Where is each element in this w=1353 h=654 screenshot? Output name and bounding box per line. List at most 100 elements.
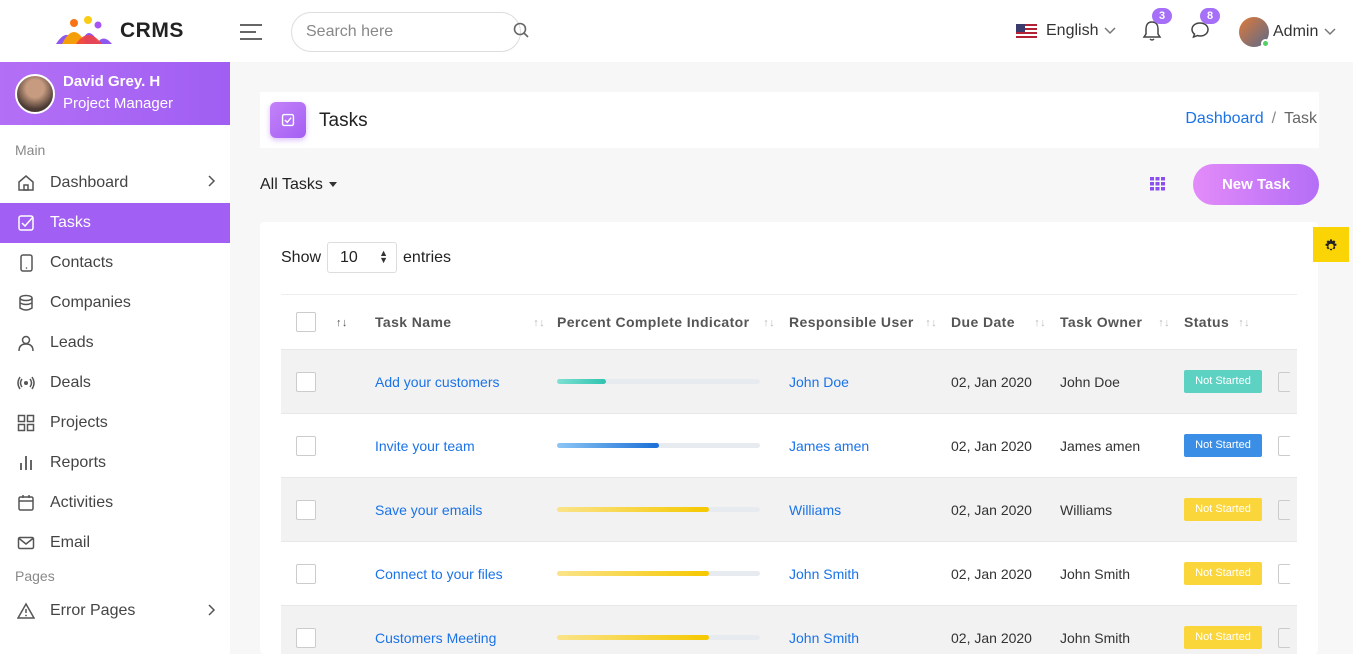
messages-button[interactable]: 8 — [1190, 8, 1220, 44]
table-row[interactable]: Invite your team James amen 02, Jan 2020 Ja… — [281, 413, 1297, 478]
sidebar-item-error-pages[interactable]: Error Pages — [0, 589, 230, 633]
sidebar-item-label: Deals — [50, 374, 91, 391]
task-owner-cell: John Smith — [1060, 605, 1184, 654]
column-header[interactable]: Responsible User ↑↓ — [789, 294, 951, 350]
table-row[interactable]: Add your customers John Doe 02, Jan 2020 Jo… — [281, 349, 1297, 414]
column-header[interactable]: Task Owner ↑↓ — [1060, 294, 1184, 350]
actions-cell — [1278, 349, 1297, 414]
column-header[interactable]: Task Name ↑↓ — [375, 294, 557, 350]
sidebar-item-dashboard[interactable]: Dashboard — [0, 163, 230, 203]
grid-icon — [16, 413, 36, 433]
sidebar-item-deals[interactable]: Deals — [0, 363, 230, 403]
row-select-cell — [281, 541, 375, 606]
sidebar-item-tasks[interactable]: Tasks — [0, 203, 230, 243]
responsible-user-link[interactable]: John Doe — [789, 374, 849, 390]
sort-icon: ↑↓ — [925, 317, 937, 329]
avatar — [1239, 17, 1270, 48]
menu-toggle-button[interactable] — [240, 24, 262, 40]
broadcast-icon — [16, 373, 36, 393]
notifications-button[interactable]: 3 — [1142, 8, 1172, 44]
grid-view-icon[interactable] — [1150, 177, 1165, 191]
responsible-user-link[interactable]: Williams — [789, 502, 841, 518]
status-badge[interactable]: Not Started — [1184, 498, 1262, 521]
status-cell: Not Started — [1184, 605, 1278, 654]
task-name-link[interactable]: Invite your team — [375, 438, 475, 454]
row-checkbox[interactable] — [296, 371, 316, 392]
row-select-cell — [281, 605, 375, 654]
status-badge[interactable]: Not Started — [1184, 562, 1262, 585]
database-icon — [16, 293, 36, 313]
responsible-user-link[interactable]: James amen — [789, 438, 869, 454]
menu-section-main: Main — [15, 142, 46, 158]
sort-icon[interactable]: ↑↓ — [336, 317, 348, 329]
logo[interactable]: CRMS — [52, 14, 184, 48]
top-header: CRMS English 3 8 Admin — [0, 0, 1353, 62]
responsible-user-link[interactable]: John Smith — [789, 630, 859, 646]
table-row[interactable]: Connect to your files John Smith 02, Jan 2… — [281, 541, 1297, 606]
status-badge[interactable]: Not Started — [1184, 626, 1262, 650]
sidebar-item-label: Tasks — [50, 214, 91, 231]
row-checkbox[interactable] — [296, 627, 316, 648]
breadcrumb-current: Task — [1284, 110, 1317, 127]
column-header[interactable]: Status ↑↓ — [1184, 294, 1278, 350]
profile-avatar — [15, 73, 55, 114]
task-filter-dropdown[interactable]: All Tasks — [260, 176, 337, 194]
row-checkbox[interactable] — [296, 435, 316, 456]
search-icon[interactable] — [513, 22, 529, 43]
sidebar-item-contacts[interactable]: Contacts — [0, 243, 230, 283]
breadcrumb-dashboard-link[interactable]: Dashboard — [1185, 110, 1263, 127]
table-row[interactable]: Save your emails Williams 02, Jan 2020 Will… — [281, 477, 1297, 542]
select-all-checkbox[interactable] — [296, 312, 316, 332]
user-menu[interactable]: Admin — [1239, 17, 1336, 48]
sidebar-item-leads[interactable]: Leads — [0, 323, 230, 363]
progress-bar-fill — [557, 379, 606, 384]
task-name-cell: Customers Meeting — [375, 605, 557, 654]
progress-cell — [557, 605, 789, 654]
search-input[interactable] — [306, 23, 513, 41]
sidebar-item-label: Dashboard — [50, 174, 129, 191]
status-cell: Not Started — [1184, 477, 1278, 542]
progress-bar — [557, 443, 760, 448]
progress-bar — [557, 635, 760, 641]
column-header[interactable]: Percent Complete Indicator ↑↓ — [557, 294, 789, 350]
task-name-link[interactable]: Customers Meeting — [375, 630, 496, 646]
responsible-cell: John Doe — [789, 349, 951, 414]
language-selector[interactable]: English — [1016, 22, 1117, 40]
row-action-button[interactable] — [1278, 371, 1290, 392]
entries-select[interactable]: 10 ▲ ▼ — [327, 242, 398, 273]
task-filter-label: All Tasks — [260, 176, 323, 193]
row-checkbox[interactable] — [296, 499, 316, 520]
alert-triangle-icon — [16, 601, 36, 621]
sidebar-item-reports[interactable]: Reports — [0, 443, 230, 483]
row-checkbox[interactable] — [296, 563, 316, 584]
row-action-button[interactable] — [1278, 627, 1290, 648]
responsible-cell: John Smith — [789, 605, 951, 654]
responsible-user-link[interactable]: John Smith — [789, 566, 859, 582]
row-action-button[interactable] — [1278, 435, 1290, 456]
row-action-button[interactable] — [1278, 563, 1290, 584]
entries-label: entries — [403, 248, 452, 266]
status-badge[interactable]: Not Started — [1184, 434, 1262, 457]
column-header[interactable]: Due Date ↑↓ — [951, 294, 1060, 350]
profile-card[interactable]: David Grey. H Project Manager — [0, 62, 230, 125]
sort-icon: ↑↓ — [763, 317, 775, 329]
task-name-link[interactable]: Add your customers — [375, 374, 500, 390]
due-date-cell: 02, Jan 2020 — [951, 349, 1060, 414]
status-badge[interactable]: Not Started — [1184, 370, 1262, 393]
row-action-button[interactable] — [1278, 499, 1290, 520]
sidebar-item-projects[interactable]: Projects — [0, 403, 230, 443]
sidebar-item-email[interactable]: Email — [0, 523, 230, 563]
logo-text: CRMS — [120, 19, 184, 42]
new-task-button[interactable]: New Task — [1193, 164, 1319, 205]
messages-badge: 8 — [1200, 8, 1220, 24]
home-icon — [16, 173, 36, 193]
settings-toggle[interactable] — [1313, 227, 1349, 262]
due-date-cell: 02, Jan 2020 — [951, 477, 1060, 542]
task-name-link[interactable]: Connect to your files — [375, 566, 503, 582]
table-row[interactable]: Customers Meeting John Smith 02, Jan 2020 J… — [281, 605, 1297, 654]
task-name-link[interactable]: Save your emails — [375, 502, 482, 518]
sidebar-item-label: Activities — [50, 494, 114, 511]
sidebar-item-activities[interactable]: Activities — [0, 483, 230, 523]
status-cell: Not Started — [1184, 413, 1278, 478]
sidebar-item-companies[interactable]: Companies — [0, 283, 230, 323]
